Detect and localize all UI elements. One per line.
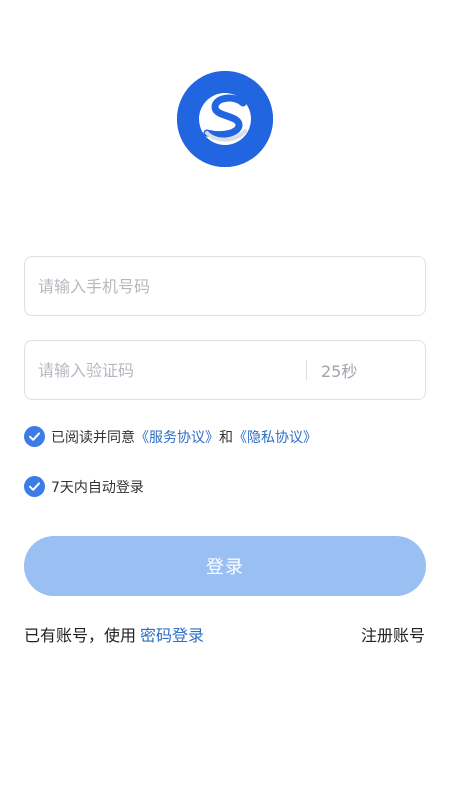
privacy-agreement-link[interactable]: 《隐私协议》 <box>233 427 317 447</box>
login-button-label: 登录 <box>206 557 244 578</box>
phone-field <box>24 256 426 316</box>
agreement-conjunction: 和 <box>219 429 233 446</box>
checkmark-icon <box>29 432 40 441</box>
road-s-logo-icon <box>177 71 273 167</box>
agreement-prefix: 已阅读并同意 <box>51 429 135 446</box>
agreement-checkbox[interactable] <box>24 426 45 447</box>
auto-login-label: 7天内自动登录 <box>51 479 144 496</box>
checkmark-icon <box>29 482 40 491</box>
register-link[interactable]: 注册账号 <box>361 622 425 646</box>
field-divider <box>306 360 307 380</box>
auto-login-checkbox[interactable] <box>24 476 45 497</box>
app-logo <box>177 71 273 167</box>
resend-countdown: 25秒 <box>321 362 358 381</box>
password-login-link[interactable]: 密码登录 <box>140 626 204 645</box>
service-agreement-link[interactable]: 《服务协议》 <box>135 427 219 447</box>
existing-account-text: 已有账号，使用 <box>24 626 137 645</box>
verification-code-input[interactable] <box>25 341 305 399</box>
login-button[interactable]: 登录 <box>24 536 426 596</box>
auto-login-row: 7天内自动登录 <box>24 476 144 497</box>
password-login-prompt: 已有账号，使用 密码登录 <box>24 622 204 646</box>
agreement-row: 已阅读并同意 《服务协议》 和 《隐私协议》 <box>24 426 317 447</box>
code-field: 25秒 <box>24 340 426 400</box>
login-page: 25秒 已阅读并同意 《服务协议》 和 《隐私协议》 7天内自动登录 登录 已有… <box>0 0 450 800</box>
phone-input[interactable] <box>25 257 425 315</box>
